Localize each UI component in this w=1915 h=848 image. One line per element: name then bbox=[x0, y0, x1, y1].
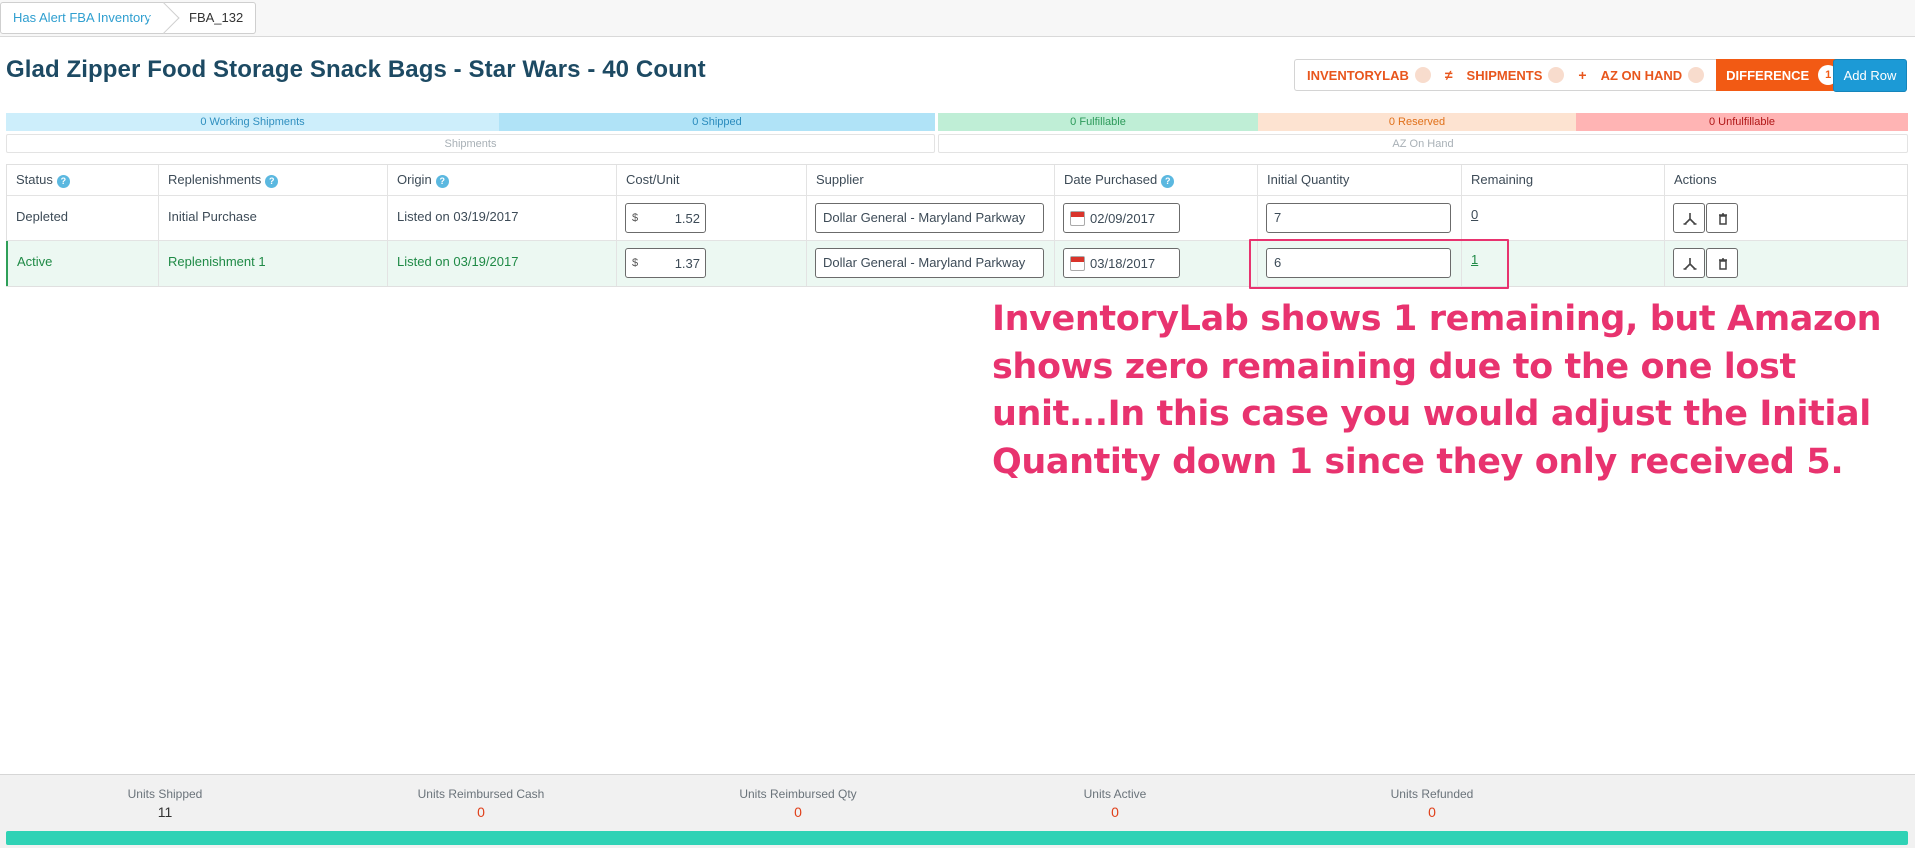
date-purchased-value: 03/18/2017 bbox=[1090, 256, 1156, 271]
header-actions: Actions bbox=[1674, 172, 1717, 187]
units-reimbursed-cash-value: 0 bbox=[477, 804, 485, 820]
plus-symbol: + bbox=[1578, 67, 1587, 83]
row-status: Active bbox=[17, 254, 53, 269]
supplier-input[interactable]: Dollar General - Maryland Parkway bbox=[815, 248, 1044, 278]
split-icon bbox=[1683, 258, 1697, 270]
split-icon bbox=[1683, 213, 1697, 225]
split-button[interactable] bbox=[1673, 203, 1705, 233]
strip-unfulfillable: 0 Unfulfillable bbox=[1576, 113, 1908, 131]
annotation-text: InventoryLab shows 1 remaining, but Amaz… bbox=[992, 299, 1882, 482]
strip-working-shipments: 0 Working Shipments bbox=[6, 113, 499, 131]
page-title: Glad Zipper Food Storage Snack Bags - St… bbox=[6, 56, 706, 83]
row-origin: Listed on 03/19/2017 bbox=[397, 209, 519, 224]
supplier-input[interactable]: Dollar General - Maryland Parkway bbox=[815, 203, 1044, 233]
header-replenishments: Replenishments? bbox=[159, 165, 388, 195]
breadcrumb-has-alert-fba-inventory[interactable]: Has Alert FBA Inventory bbox=[1, 3, 169, 33]
units-reimbursed-qty-value: 0 bbox=[794, 804, 802, 820]
replenishments-help-icon[interactable]: ? bbox=[265, 175, 279, 188]
cost-unit-value: 1.52 bbox=[674, 211, 700, 226]
strip-reserved: 0 Reserved bbox=[1258, 113, 1576, 131]
calendar-icon bbox=[1070, 211, 1085, 226]
split-button[interactable] bbox=[1673, 248, 1705, 278]
stat-shipments: SHIPMENTS 6 bbox=[1467, 67, 1565, 83]
header-date-purchased-label: Date Purchased bbox=[1064, 172, 1158, 187]
currency-symbol: $ bbox=[632, 212, 639, 224]
table-header: Status? Replenishments? Origin? Cost/Uni… bbox=[7, 165, 1907, 196]
cost-unit-input[interactable]: $ 1.52 bbox=[625, 203, 706, 233]
header-date-purchased: Date Purchased? bbox=[1055, 165, 1258, 195]
stat-az-on-hand-label: AZ ON HAND bbox=[1600, 67, 1683, 83]
header-remaining: Remaining bbox=[1462, 165, 1665, 195]
stat-az-on-hand-value: 0 bbox=[1688, 67, 1705, 83]
footer-units-refunded: Units Refunded 0 bbox=[1332, 787, 1532, 820]
header-origin-label: Origin bbox=[397, 172, 432, 187]
units-shipped-label: Units Shipped bbox=[127, 787, 203, 801]
row-replenishment: Replenishment 1 bbox=[168, 254, 266, 269]
header-origin: Origin? bbox=[388, 165, 617, 195]
remaining-link[interactable]: 0 bbox=[1471, 207, 1478, 222]
header-cost-unit: Cost/Unit bbox=[617, 165, 807, 195]
footer-summary: Units Shipped 11 Units Reimbursed Cash 0… bbox=[0, 774, 1915, 848]
header-status-label: Status bbox=[16, 172, 53, 187]
trash-icon bbox=[1719, 258, 1727, 270]
initial-quantity-input[interactable]: 7 bbox=[1266, 203, 1451, 233]
units-active-value: 0 bbox=[1111, 804, 1119, 820]
units-refunded-label: Units Refunded bbox=[1390, 787, 1474, 801]
header-status: Status? bbox=[7, 165, 159, 195]
date-purchased-input[interactable]: 02/09/2017 bbox=[1063, 203, 1180, 233]
date-purchased-input[interactable]: 03/18/2017 bbox=[1063, 248, 1180, 278]
header-replenishments-label: Replenishments bbox=[168, 172, 262, 187]
row-replenishment: Initial Purchase bbox=[168, 209, 257, 224]
delete-button[interactable] bbox=[1706, 248, 1738, 278]
difference-badge: DIFFERENCE 1 bbox=[1716, 59, 1849, 91]
not-equal-symbol: ≠ bbox=[1444, 67, 1453, 83]
table-row: Depleted Initial Purchase Listed on 03/1… bbox=[7, 196, 1907, 241]
units-reimbursed-cash-label: Units Reimbursed Cash bbox=[417, 787, 545, 801]
cost-unit-input[interactable]: $ 1.37 bbox=[625, 248, 706, 278]
stat-shipments-label: SHIPMENTS bbox=[1466, 67, 1543, 83]
status-help-icon[interactable]: ? bbox=[56, 175, 70, 188]
units-reimbursed-qty-label: Units Reimbursed Qty bbox=[739, 787, 857, 801]
stat-inventorylab-label: INVENTORYLAB bbox=[1307, 67, 1409, 83]
footer-units-reimbursed-qty: Units Reimbursed Qty 0 bbox=[698, 787, 898, 820]
delete-button[interactable] bbox=[1706, 203, 1738, 233]
footer-units-active: Units Active 0 bbox=[1015, 787, 1215, 820]
units-active-label: Units Active bbox=[1083, 787, 1147, 801]
origin-help-icon[interactable]: ? bbox=[435, 175, 449, 188]
stat-inventorylab-value: 1 bbox=[1414, 67, 1431, 83]
stats-box: INVENTORYLAB 1 ≠ SHIPMENTS 6 + AZ ON HAN… bbox=[1294, 59, 1717, 91]
strip-fulfillable: 0 Fulfillable bbox=[938, 113, 1258, 131]
calendar-icon bbox=[1070, 256, 1085, 271]
cost-unit-value: 1.37 bbox=[674, 256, 700, 271]
stat-inventorylab: INVENTORYLAB 1 bbox=[1307, 67, 1431, 83]
breadcrumb-current: FBA_132 bbox=[189, 10, 244, 25]
header-initial-quantity: Initial Quantity bbox=[1258, 165, 1462, 195]
stat-shipments-value: 6 bbox=[1548, 67, 1565, 83]
currency-symbol: $ bbox=[632, 257, 639, 269]
units-refunded-value: 0 bbox=[1428, 804, 1436, 820]
reconciliation-stats: INVENTORYLAB 1 ≠ SHIPMENTS 6 + AZ ON HAN… bbox=[1294, 59, 1849, 91]
row-origin: Listed on 03/19/2017 bbox=[397, 254, 519, 269]
row-status: Depleted bbox=[16, 209, 69, 224]
add-row-button[interactable]: Add Row bbox=[1833, 59, 1907, 92]
header-supplier: Supplier bbox=[807, 165, 1055, 195]
difference-label: DIFFERENCE bbox=[1726, 67, 1810, 83]
strip-shipped: 0 Shipped bbox=[499, 113, 935, 131]
units-shipped-value: 11 bbox=[157, 804, 173, 820]
footer-units-shipped: Units Shipped 11 bbox=[65, 787, 265, 820]
footer-progress-bar bbox=[6, 831, 1908, 845]
az-on-hand-group-label: AZ On Hand bbox=[938, 134, 1908, 153]
date-purchased-help-icon[interactable]: ? bbox=[1161, 175, 1175, 188]
annotation-highlight-box bbox=[1249, 239, 1509, 289]
table-row: Active Replenishment 1 Listed on 03/19/2… bbox=[6, 241, 1907, 286]
breadcrumb: Has Alert FBA Inventory FBA_132 bbox=[0, 2, 257, 34]
shipments-group-label: Shipments bbox=[6, 134, 935, 153]
footer-units-reimbursed-cash: Units Reimbursed Cash 0 bbox=[381, 787, 581, 820]
breadcrumb-bar: Has Alert FBA Inventory FBA_132 bbox=[0, 0, 1915, 37]
stat-az-on-hand: AZ ON HAND 0 bbox=[1601, 67, 1705, 83]
date-purchased-value: 02/09/2017 bbox=[1090, 211, 1156, 226]
replenishments-table: Status? Replenishments? Origin? Cost/Uni… bbox=[6, 164, 1908, 287]
trash-icon bbox=[1719, 213, 1727, 225]
